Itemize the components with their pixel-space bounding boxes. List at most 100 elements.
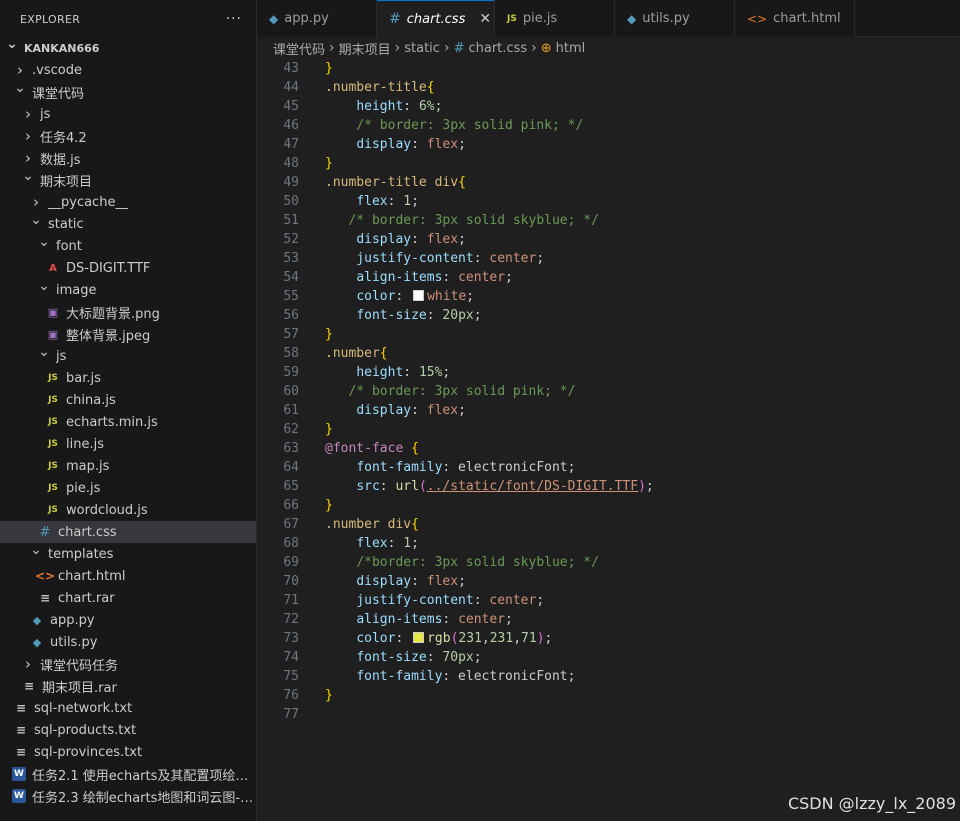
tree-folder[interactable]: ⌄ font [0, 235, 256, 257]
tab-chart-html[interactable]: <> chart.html [735, 0, 855, 37]
tree-item-label: chart.rar [58, 590, 115, 606]
more-actions-icon[interactable]: ··· [226, 11, 242, 27]
tree-file[interactable]: ▣ 大标题背景.png [0, 301, 256, 323]
tree-file[interactable]: ≡ chart.rar [0, 587, 256, 609]
tree-file[interactable]: ◆ utils.py [0, 631, 256, 653]
code-token: { [426, 80, 435, 95]
code-line: 68 flex: 1; [257, 534, 960, 553]
code-text: display: flex; [299, 401, 466, 420]
tab-label: utils.py [642, 11, 690, 26]
tree-folder[interactable]: ⌄ KANKAN666 [0, 37, 256, 59]
code-token: align-items [356, 612, 443, 627]
code-token: color [356, 289, 396, 304]
code-text: color: white; [299, 287, 474, 306]
code-line: 70 display: flex; [257, 572, 960, 591]
code-line: 57} [257, 325, 960, 344]
js-file-icon: JS [48, 461, 58, 471]
tree-folder[interactable]: ⌄ 期末项目 [0, 169, 256, 191]
code-token: : [411, 403, 427, 418]
tree-file[interactable]: <> chart.html [0, 565, 256, 587]
line-number: 76 [283, 688, 299, 703]
tab-pie-js[interactable]: JS pie.js [495, 0, 615, 37]
code-token: rgb [427, 631, 451, 646]
code-token: center [458, 270, 506, 285]
line-number: 54 [283, 270, 299, 285]
tab-utils-py[interactable]: ◆ utils.py [615, 0, 735, 37]
tree-file[interactable]: ≡ 期末项目.rar [0, 675, 256, 697]
tree-file[interactable]: W 任务2.1 使用echarts及其配置项绘图-... [0, 763, 256, 785]
code-token: /*border: 3px solid skyblue; */ [356, 555, 599, 570]
tree-folder[interactable]: ⌄ image [0, 279, 256, 301]
line-number: 61 [283, 403, 299, 418]
code-token: src [356, 479, 380, 494]
code-token: { [458, 175, 466, 190]
line-number: 74 [283, 650, 299, 665]
close-icon[interactable]: ✕ [479, 11, 491, 27]
tree-folder[interactable]: › .vscode [0, 59, 256, 81]
tab-chart-css[interactable]: # chart.css ✕ [377, 0, 495, 37]
tree-folder[interactable]: › 课堂代码任务 [0, 653, 256, 675]
tree-folder[interactable]: ⌄ static [0, 213, 256, 235]
code-editor[interactable]: 43} 44 .number-title{45 height: 6%; 46 /* b… [257, 59, 960, 821]
font-file-icon: A [49, 262, 57, 274]
tab-app-py[interactable]: ◆ app.py [257, 0, 377, 37]
tree-file[interactable]: JS line.js [0, 433, 256, 455]
tree-item-label: DS-DIGIT.TTF [66, 260, 151, 276]
tree-file[interactable]: ▣ 整体背景.jpeg [0, 323, 256, 345]
tree-folder[interactable]: › 任务4.2 [0, 125, 256, 147]
code-line: 48} [257, 154, 960, 173]
image-file-icon: ▣ [47, 305, 59, 319]
tree-file[interactable]: JS map.js [0, 455, 256, 477]
tree-item-label: static [48, 216, 84, 232]
tree-item-label: wordcloud.js [66, 502, 148, 518]
tree-file[interactable]: JS wordcloud.js [0, 499, 256, 521]
code-token: 70px [442, 650, 474, 665]
code-token: flex [356, 194, 388, 209]
tree-folder[interactable]: › 数据.js [0, 147, 256, 169]
tree-folder[interactable]: › js [0, 103, 256, 125]
code-token: /* border: 3px solid pink; */ [356, 118, 584, 133]
tree-file[interactable]: ≡ sql-network.txt [0, 697, 256, 719]
python-file-icon: ◆ [269, 11, 279, 26]
code-token: 20px [442, 308, 474, 323]
breadcrumb-item[interactable]: 期末项目 [339, 39, 391, 58]
tree-folder[interactable]: › __pycache__ [0, 191, 256, 213]
code-line: 63 @font-face { [257, 439, 960, 458]
tree-file[interactable]: JS bar.js [0, 367, 256, 389]
line-number: 44 [283, 80, 299, 95]
tree-file[interactable]: JS china.js [0, 389, 256, 411]
code-line: 72 align-items: center; [257, 610, 960, 629]
tree-folder[interactable]: ⌄ js [0, 345, 256, 367]
tree-item-label: __pycache__ [48, 194, 129, 210]
tree-file[interactable]: ≡ sql-provinces.txt [0, 741, 256, 763]
tree-file[interactable]: JS echarts.min.js [0, 411, 256, 433]
code-token: .number-title div [325, 175, 459, 190]
tree-file[interactable]: ≡ sql-products.txt [0, 719, 256, 741]
color-swatch[interactable] [413, 632, 425, 643]
python-file-icon: ◆ [32, 635, 42, 649]
breadcrumb-item[interactable]: chart.css [468, 41, 527, 56]
tree-file[interactable]: JS pie.js [0, 477, 256, 499]
tree-file[interactable]: ◆ app.py [0, 609, 256, 631]
breadcrumb-item[interactable]: html [556, 41, 586, 56]
tree-file[interactable]: W 任务2.3 绘制echarts地图和词云图-学... [0, 785, 256, 807]
color-swatch[interactable] [413, 290, 425, 301]
tree-file[interactable]: # chart.css [0, 521, 256, 543]
tree-file[interactable]: A DS-DIGIT.TTF [0, 257, 256, 279]
code-line: 55 color: white; [257, 287, 960, 306]
breadcrumb-item[interactable]: 课堂代码 [273, 39, 325, 58]
tree-item-label: china.js [66, 392, 116, 408]
breadcrumb: 课堂代码 › 期末项目 › static › # chart.css › ⊕ html [257, 37, 960, 59]
tree-folder[interactable]: ⌄ 课堂代码 [0, 81, 256, 103]
code-token: : [411, 232, 427, 247]
chevron-right-icon: › [531, 40, 537, 56]
line-number: 71 [283, 593, 299, 608]
code-text: } [299, 154, 333, 173]
tree-folder[interactable]: ⌄ templates [0, 543, 256, 565]
line-number: 47 [283, 137, 299, 152]
code-line: 61 display: flex; [257, 401, 960, 420]
breadcrumb-item[interactable]: static [404, 41, 440, 56]
tree-item-label: 整体背景.jpeg [66, 328, 151, 344]
